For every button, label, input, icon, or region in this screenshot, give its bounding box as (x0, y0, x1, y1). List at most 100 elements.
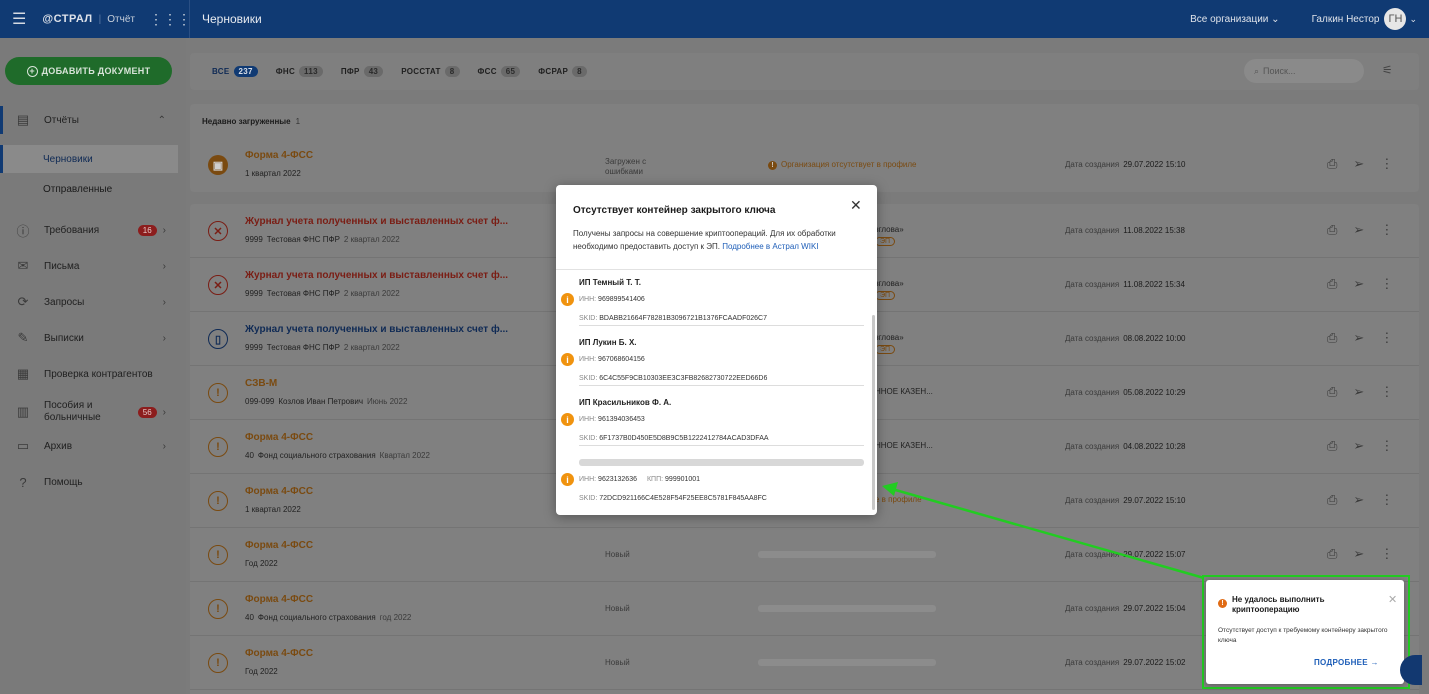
sidebar-item-drafts[interactable]: Черновики (0, 145, 178, 173)
row-title[interactable]: Форма 4-ФСС (245, 648, 313, 659)
tab-fsrar[interactable]: ФСРАР 8 (538, 66, 587, 77)
send-icon[interactable]: ➢ (1353, 546, 1364, 562)
more-vert-icon[interactable]: ⋮ (1380, 156, 1393, 172)
org-selector[interactable]: Все организации ⌄ (1190, 14, 1279, 25)
sidebar-item-sent[interactable]: Отправленные (0, 175, 178, 203)
wiki-link[interactable]: Подробнее в Астрал WIKI (722, 242, 818, 251)
row-status-detail: ! Организация отсутствует в профиле (768, 160, 916, 170)
table-row[interactable]: ▣ Форма 4-ФСС 1 квартал 2022 Загружен с … (190, 138, 1419, 192)
org-selector-label: Все организации (1190, 13, 1269, 25)
sidebar-item-counterparty-check[interactable]: ▦ Проверка контрагентов (0, 360, 178, 388)
error-circle-icon: ✕ (208, 221, 228, 241)
row-title[interactable]: Журнал учета полученных и выставленных с… (245, 216, 508, 227)
count-badge: 56 (137, 406, 157, 418)
send-icon[interactable]: ➢ (1353, 222, 1364, 238)
tab-rosstat[interactable]: РОССТАТ 8 (401, 66, 460, 77)
sidebar-item-archive[interactable]: ▭ Архив › (0, 432, 178, 460)
chevron-right-icon: › (162, 296, 166, 308)
tab-fns[interactable]: ФНС 113 (276, 66, 323, 77)
logo[interactable]: @СТРАЛ (42, 13, 92, 25)
skid-label: SKID: (579, 375, 598, 382)
more-vert-icon[interactable]: ⋮ (1380, 276, 1393, 292)
list-item[interactable]: ИП Красильников Ф. А. i ИНН: 96139403645… (556, 389, 871, 449)
filter-settings-icon[interactable]: ⚟ (1382, 63, 1393, 77)
more-vert-icon[interactable]: ⋮ (1380, 222, 1393, 238)
add-document-button[interactable]: + ДОБАВИТЬ ДОКУМЕНТ (5, 57, 172, 85)
sidebar-item-reports[interactable]: ▤ Отчёты ⌃ (0, 106, 178, 134)
more-details-button[interactable]: ПОДРОБНЕЕ → (1314, 658, 1379, 667)
tab-pfr[interactable]: ПФР 43 (341, 66, 384, 77)
date-label: Дата создания (1065, 442, 1120, 451)
row-title[interactable]: Журнал учета полученных и выставленных с… (245, 270, 508, 281)
menu-icon[interactable]: ☰ (12, 9, 26, 29)
send-icon[interactable]: ➢ (1353, 330, 1364, 346)
row-title[interactable]: Форма 4-ФСС (245, 540, 313, 551)
row-title[interactable]: Форма 4-ФСС (245, 150, 313, 161)
inn-value: 969899541406 (598, 296, 645, 303)
row-status: Загружен с ошибками (605, 157, 647, 176)
row-title[interactable]: Форма 4-ФСС (245, 432, 313, 443)
print-icon[interactable]: ⎙ (1327, 276, 1337, 292)
chevron-down-icon[interactable]: ⌄ (1409, 14, 1417, 25)
send-icon[interactable]: ➢ (1353, 276, 1364, 292)
inn-label: ИНН: (579, 416, 597, 423)
skid-label: SKID: (579, 315, 598, 322)
sidebar-item-benefits[interactable]: ▥ Пособия и больничные 56 › (0, 396, 178, 428)
entity-skid: SKID: BDABB21664F78281B3096721B1376FCAAD… (579, 315, 767, 322)
row-status: Новый (605, 658, 630, 667)
avatar[interactable]: ГН (1384, 8, 1407, 30)
support-chat-button[interactable] (1400, 655, 1422, 685)
entity-inn: ИНН: 961394036453 (579, 416, 645, 423)
list-item[interactable]: ИП Темный Т. Т. i ИНН: 969899541406 SKID… (556, 269, 871, 329)
more-vert-icon[interactable]: ⋮ (1380, 330, 1393, 346)
date-value: 29.07.2022 15:02 (1123, 658, 1186, 667)
sidebar-item-statements[interactable]: ✎ Выписки › (0, 324, 178, 352)
send-icon[interactable]: ➢ (1353, 438, 1364, 454)
print-icon[interactable]: ⎙ (1327, 384, 1337, 400)
print-icon[interactable]: ⎙ (1327, 156, 1337, 172)
print-icon[interactable]: ⎙ (1327, 330, 1337, 346)
row-subtitle: 40 Фонд социального страхования год 2022 (245, 613, 411, 622)
close-icon[interactable]: ✕ (850, 197, 862, 214)
row-title[interactable]: СЗВ-М (245, 378, 277, 389)
print-icon[interactable]: ⎙ (1327, 492, 1337, 508)
print-icon[interactable]: ⎙ (1327, 222, 1337, 238)
more-vert-icon[interactable]: ⋮ (1380, 492, 1393, 508)
print-icon[interactable]: ⎙ (1327, 546, 1337, 562)
sidebar-item-requests[interactable]: ⟳ Запросы › (0, 288, 178, 316)
more-vert-icon[interactable]: ⋮ (1380, 438, 1393, 454)
search-input[interactable]: ⌕ Поиск... (1244, 59, 1364, 83)
user-name[interactable]: Галкин Нестор (1312, 14, 1380, 25)
tab-all[interactable]: ВСЕ 237 (212, 66, 258, 77)
table-row[interactable]: ! Форма 4-ФСС Год 2022 Новый Дата создан… (190, 528, 1419, 582)
send-icon[interactable]: ➢ (1353, 492, 1364, 508)
more-vert-icon[interactable]: ⋮ (1380, 384, 1393, 400)
row-title[interactable]: Форма 4-ФСС (245, 486, 313, 497)
entity-skid: SKID: 6F1737B0D450E5D8B9C5B1222412784ACA… (579, 435, 769, 442)
close-icon[interactable]: ✕ (1388, 593, 1397, 606)
print-icon[interactable]: ⎙ (1327, 438, 1337, 454)
sidebar-item-label: Выписки (44, 332, 84, 344)
row-title[interactable]: Журнал учета полученных и выставленных с… (245, 324, 508, 335)
info-icon: i (561, 413, 574, 426)
divider (579, 445, 864, 446)
sidebar-item-help[interactable]: ? Помощь (0, 468, 178, 496)
row-title[interactable]: Форма 4-ФСС (245, 594, 313, 605)
entity-name: ИП Красильников Ф. А. (579, 398, 672, 407)
apps-grid-icon[interactable]: ⋮⋮⋮ (149, 11, 191, 28)
scrollbar[interactable] (872, 315, 875, 510)
more-vert-icon[interactable]: ⋮ (1380, 546, 1393, 562)
list-item[interactable]: ИП Лукин Б. Х. i ИНН: 967068604156 SKID:… (556, 329, 871, 389)
tab-fss[interactable]: ФСС 65 (478, 66, 521, 77)
send-icon[interactable]: ➢ (1353, 384, 1364, 400)
plus-icon: + (26, 65, 38, 77)
sidebar-item-letters[interactable]: ✉ Письма › (0, 252, 178, 280)
list-item[interactable]: i ИНН: 9623132636 КПП: 999901001 SKID: 72… (556, 449, 871, 509)
sidebar-item-requirements[interactable]: ⓘ Требования 16 › (0, 216, 178, 244)
inn-value: 9623132636 (598, 476, 637, 483)
row-actions: ⎙ ➢ ⋮ (1327, 546, 1393, 562)
row-org: Фонд социального страхования (257, 451, 376, 460)
status-pill: ЭП (875, 237, 896, 246)
send-icon[interactable]: ➢ (1353, 156, 1364, 172)
warning-circle-icon: ! (208, 545, 228, 565)
